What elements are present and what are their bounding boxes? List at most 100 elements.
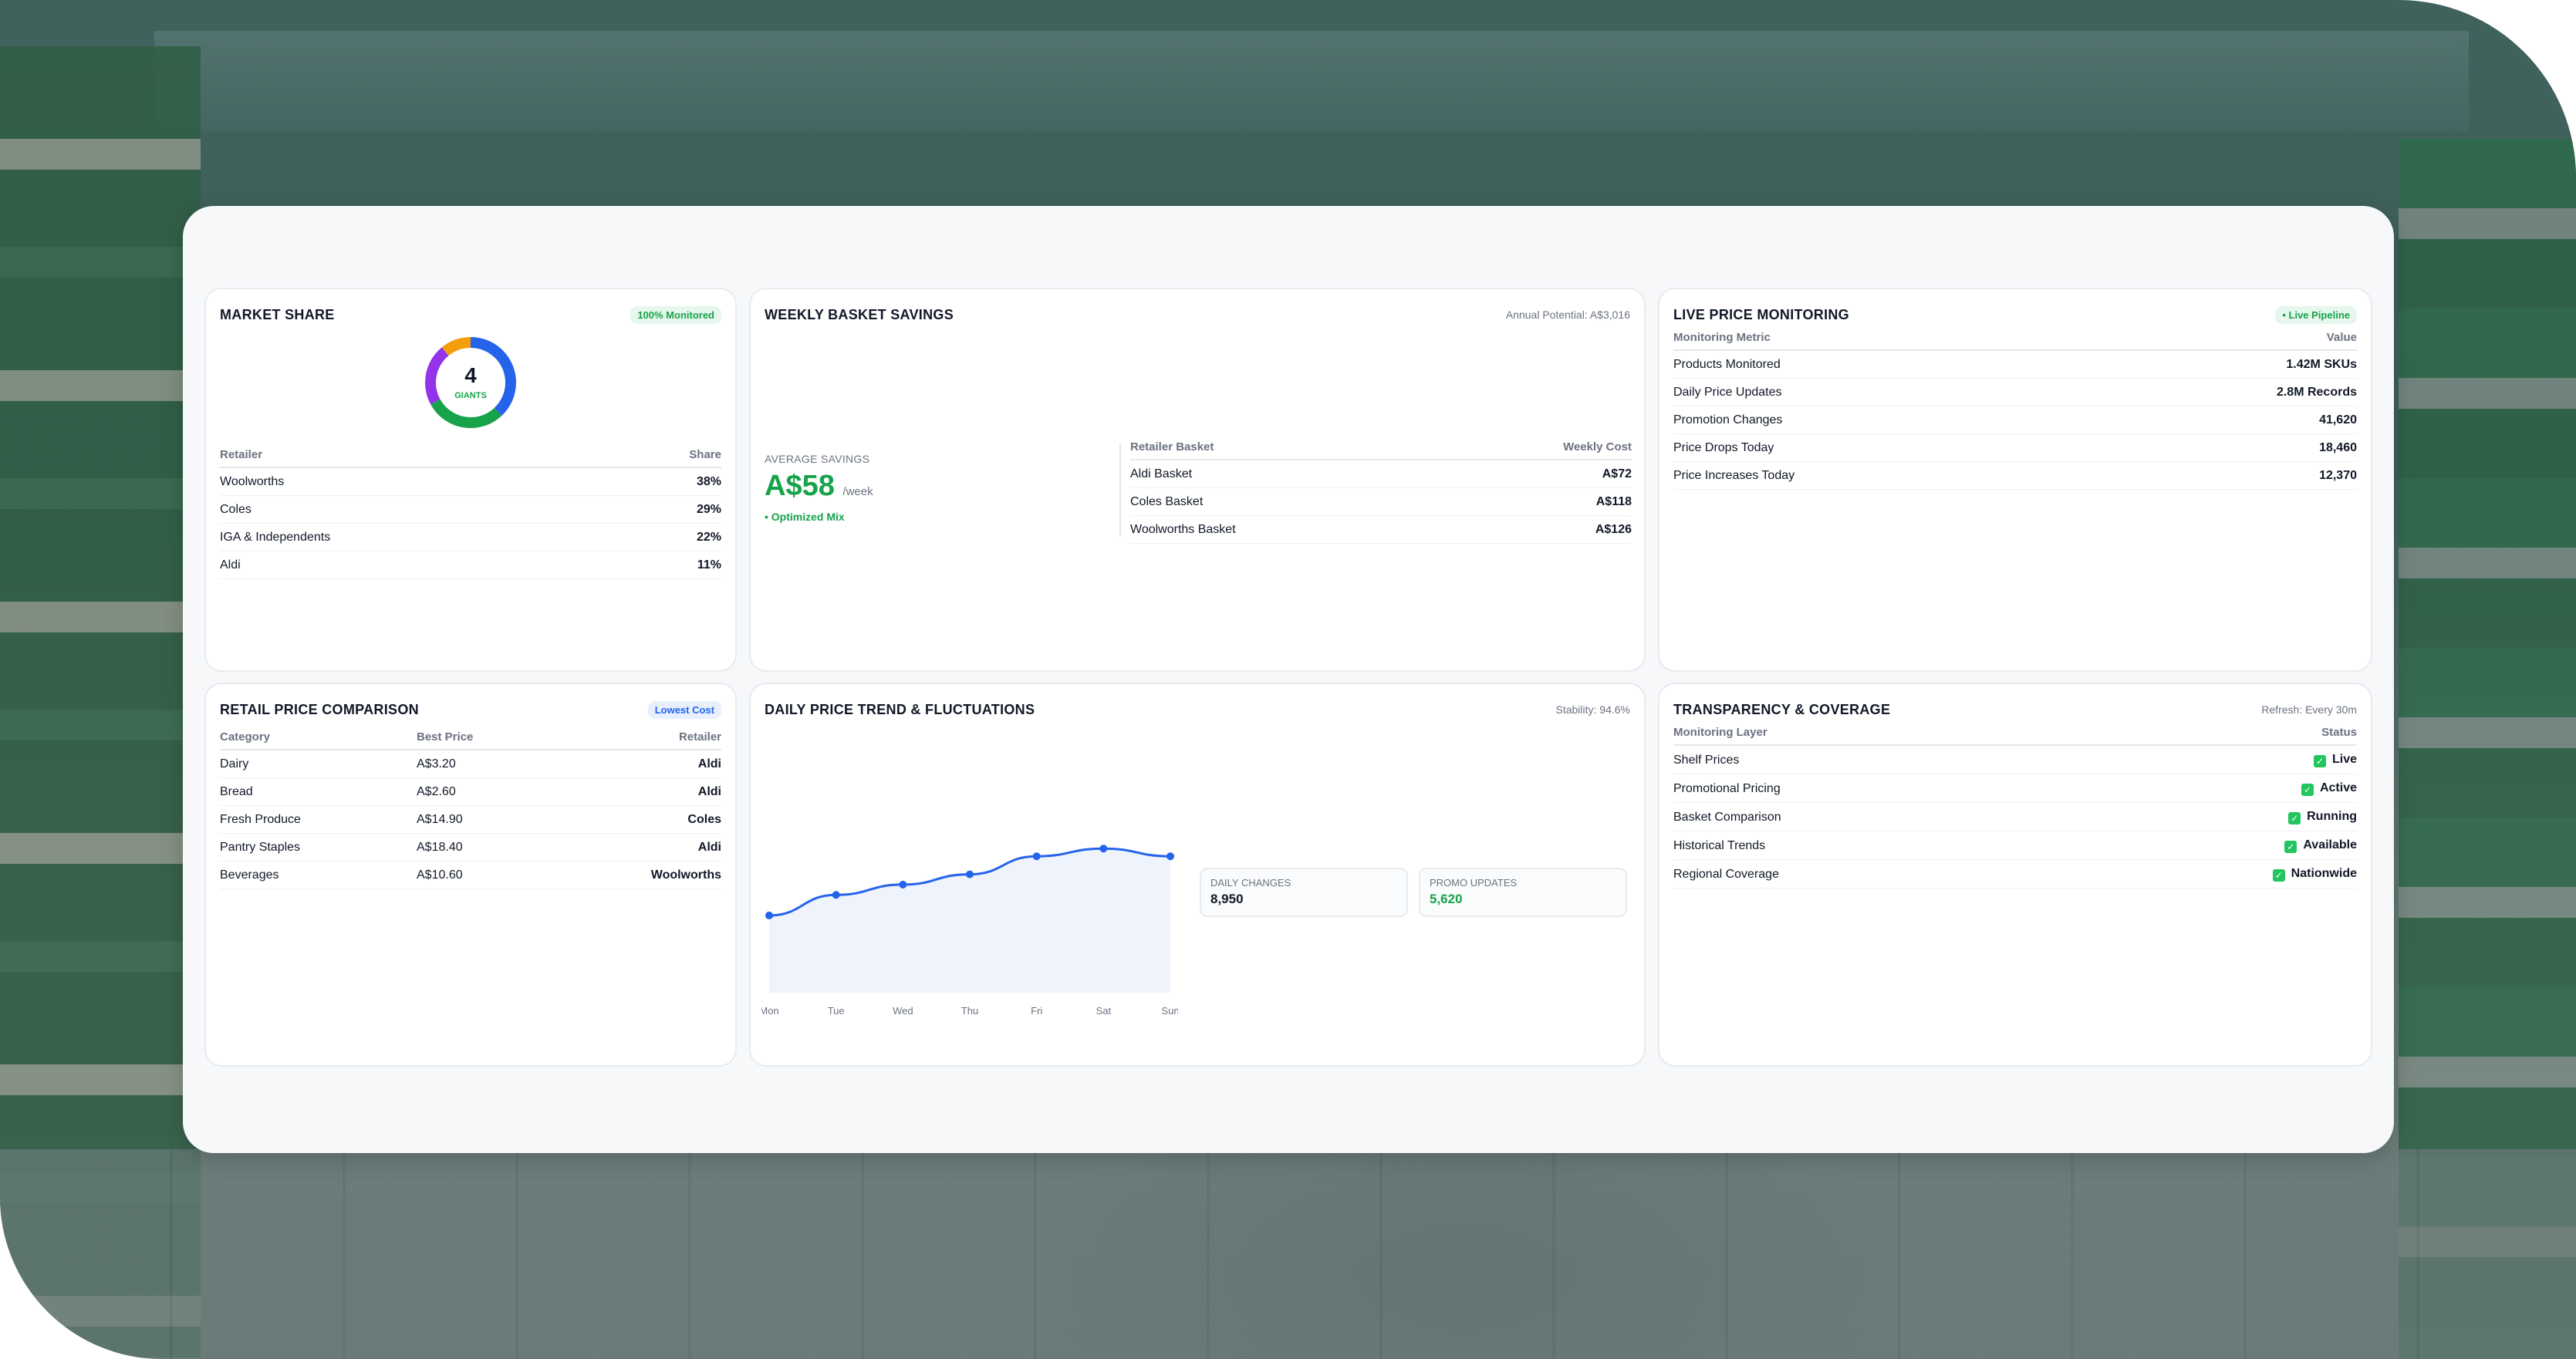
layer-name: Regional Coverage [1673,859,2057,889]
status-text: Nationwide [2291,867,2357,880]
trend-point [899,880,907,889]
retailer-name: Coles [220,495,609,524]
col-best-price: Best Price [417,726,553,750]
trend-area-fill [769,848,1170,993]
col-value: Value [2085,326,2357,351]
metric-name: Daily Price Updates [1673,378,2085,406]
table-row: Price Increases Today 12,370 [1673,461,2357,490]
x-tick-label: Wed [893,1005,913,1017]
check-icon: ✓ [2313,755,2326,767]
table-row: Bread A$2.60 Aldi [220,777,721,806]
daily-changes-value: 8,950 [1210,892,1244,906]
layer-name: Promotional Pricing [1673,774,2057,803]
best-price: A$14.90 [417,805,553,834]
daily-trend-title: DAILY PRICE TREND & FLUCTUATIONS [765,701,1035,717]
share-value: 29% [608,495,721,524]
retailer-name: Woolworths [552,861,721,889]
metric-value: 18,460 [2085,433,2357,462]
col-retailer: Retailer [552,726,721,750]
metric-name: Products Monitored [1673,350,2085,379]
background-ceiling [154,31,2469,131]
trend-point [1099,845,1108,853]
market-share-donut: 4 GIANTS [420,332,521,433]
savings-amount: A$58 [765,470,835,502]
market-share-panel: MARKET SHARE 100% Monitored 4 GIANTS Ret… [204,288,737,672]
dashboard-grid: MARKET SHARE 100% Monitored 4 GIANTS Ret… [204,288,2372,1067]
savings-unit: /week [842,485,873,498]
category-name: Pantry Staples [220,833,417,862]
best-price: A$18.40 [417,833,553,862]
table-row: Historical Trends ✓ Available [1673,831,2357,860]
retailer-name: IGA & Independents [220,523,609,551]
category-name: Bread [220,777,417,806]
basket-name: Woolworths Basket [1130,515,1434,544]
trend-point [1166,852,1174,861]
check-icon: ✓ [2301,784,2314,796]
status-text: Running [2307,810,2357,823]
savings-divider [1119,443,1121,536]
col-share: Share [608,443,721,468]
layer-status: ✓ Available [2056,831,2357,860]
monitoring-table: Monitoring Metric Value Products Monitor… [1673,326,2357,490]
x-tick-label: Fri [1031,1005,1042,1017]
live-pipeline-badge: • Live Pipeline [2275,305,2357,324]
col-retailer: Retailer [220,443,609,468]
table-row: Pantry Staples A$18.40 Aldi [220,833,721,862]
live-monitoring-title: LIVE PRICE MONITORING [1673,306,1849,322]
donut-value: 4 [464,363,477,387]
layer-name: Basket Comparison [1673,802,2057,831]
market-share-table: Retailer Share Woolworths 38% Coles 29% IG… [220,443,721,579]
col-retailer-basket: Retailer Basket [1130,436,1434,460]
x-tick-label: Mon [761,1005,779,1017]
transparency-title: TRANSPARENCY & COVERAGE [1673,701,1891,717]
category-name: Dairy [220,750,417,778]
annual-potential: Annual Potential: A$3,016 [1505,309,1630,321]
metric-value: 12,370 [2085,461,2357,490]
price-comparison-table: Category Best Price Retailer Dairy A$3.20… [220,726,721,889]
basket-cost: A$72 [1433,460,1632,488]
share-value: 22% [608,523,721,551]
best-price: A$10.60 [417,861,553,889]
average-savings-block: AVERAGE SAVINGS A$58 /week • Optimized M… [765,453,1089,523]
category-name: Fresh Produce [220,805,417,834]
refresh-meta: Refresh: Every 30m [2261,703,2357,716]
table-row: Beverages A$10.60 Woolworths [220,861,721,889]
promo-updates-stat: PROMO UPDATES 5,620 [1419,868,1627,917]
basket-name: Coles Basket [1130,487,1434,516]
average-savings-label: AVERAGE SAVINGS [765,453,870,465]
status-text: Active [2319,781,2357,794]
table-row: Aldi Basket A$72 [1130,460,1632,488]
x-tick-label: Thu [961,1005,978,1017]
donut-label: GIANTS [454,391,487,400]
table-row: Woolworths Basket A$126 [1130,515,1632,544]
metric-name: Price Increases Today [1673,461,2085,490]
table-row: Price Drops Today 18,460 [1673,433,2357,462]
daily-changes-label: DAILY CHANGES [1210,877,1291,889]
layer-name: Shelf Prices [1673,745,2057,774]
status-text: Live [2331,753,2357,766]
table-row: IGA & Independents 22% [220,523,721,551]
weekly-savings-panel: WEEKLY BASKET SAVINGS Annual Potential: … [749,288,1646,672]
table-row: Basket Comparison ✓ Running [1673,802,2357,831]
lowest-cost-badge: Lowest Cost [647,700,721,719]
basket-cost: A$118 [1433,487,1632,516]
trend-point [832,891,840,899]
basket-table-block: Retailer Basket Weekly Cost Aldi Basket A… [1130,436,1632,544]
layer-status: ✓ Active [2056,774,2357,803]
x-tick-label: Sun [1161,1005,1178,1017]
col-weekly-cost: Weekly Cost [1433,436,1632,460]
metric-value: 1.42M SKUs [2085,350,2357,379]
table-row: Woolworths 38% [220,467,721,496]
retailer-name: Aldi [552,750,721,778]
metric-name: Price Drops Today [1673,433,2085,462]
x-tick-label: Tue [828,1005,845,1017]
price-comparison-title: RETAIL PRICE COMPARISON [220,701,419,717]
best-price: A$2.60 [417,777,553,806]
retailer-name: Aldi [220,551,609,579]
retailer-name: Aldi [552,777,721,806]
table-row: Coles 29% [220,495,721,524]
retailer-name: Aldi [552,833,721,862]
background-floor [0,1149,2576,1359]
table-row: Products Monitored 1.42M SKUs [1673,350,2357,379]
check-icon: ✓ [2284,841,2297,853]
